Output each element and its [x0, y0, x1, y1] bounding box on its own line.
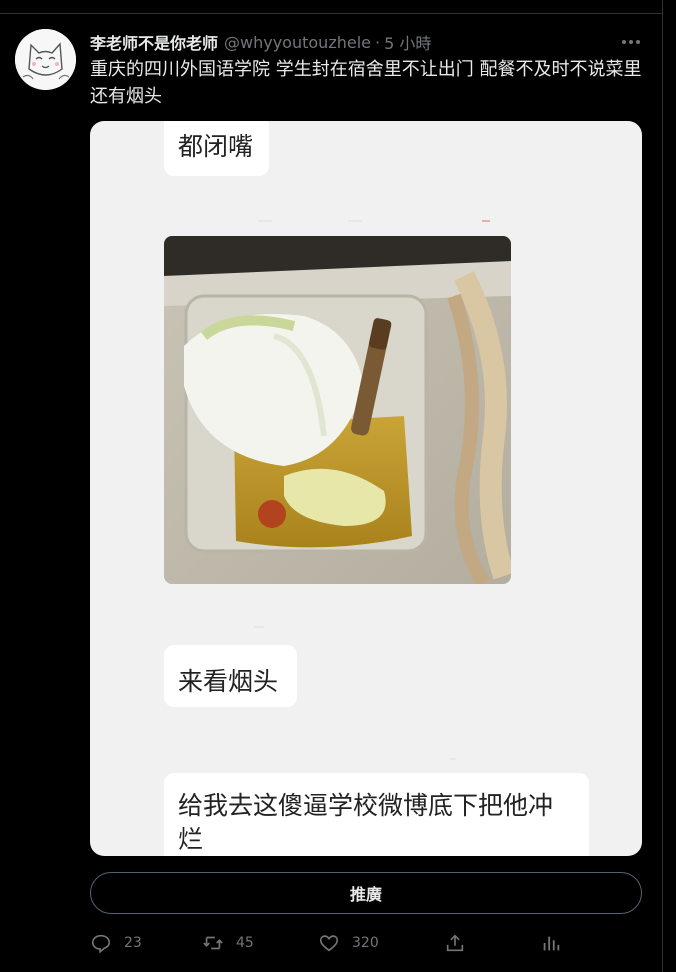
- divider-mark: [254, 626, 264, 628]
- reply-count: 23: [124, 935, 142, 951]
- tweet: 李老师不是你老师 @whyyoutouzhele · 5 小時 重庆的四川外国语…: [0, 0, 676, 972]
- like-button[interactable]: 320: [318, 928, 379, 958]
- chat-bubble: 给我去这傻逼学校微博底下把他冲烂: [164, 773, 589, 856]
- cat-doodle-icon: [15, 29, 76, 90]
- action-bar: 23 45 320: [90, 928, 570, 958]
- reply-button[interactable]: 23: [90, 928, 142, 958]
- chat-bubble: 都闭嘴: [164, 121, 269, 176]
- tweet-time[interactable]: 5 小時: [384, 30, 431, 54]
- divider-mark: [450, 758, 456, 760]
- avatar[interactable]: [15, 29, 76, 90]
- heart-icon: [319, 935, 339, 952]
- food-photo[interactable]: [164, 236, 511, 584]
- retweet-icon: [203, 936, 223, 950]
- retweet-button[interactable]: 45: [202, 928, 254, 958]
- promote-button[interactable]: 推廣: [90, 872, 642, 914]
- tweet-text: 重庆的四川外国语学院 学生封在宿舍里不让出门 配餐不及时不说菜里还有烟头: [90, 59, 642, 107]
- reply-icon: [91, 934, 111, 954]
- top-divider: [0, 0, 663, 14]
- more-options-icon[interactable]: [618, 32, 644, 52]
- column-divider: [662, 14, 663, 972]
- retweet-count: 45: [236, 935, 254, 951]
- author-handle[interactable]: @whyyoutouzhele: [224, 33, 371, 52]
- share-icon: [446, 934, 464, 952]
- divider-mark: [258, 220, 272, 222]
- divider-mark: [348, 220, 362, 222]
- share-button[interactable]: [444, 928, 466, 958]
- food-photo-image: [164, 236, 511, 584]
- separator-dot: ·: [374, 32, 381, 52]
- analytics-button[interactable]: [540, 928, 562, 958]
- divider-mark: [482, 220, 490, 222]
- analytics-icon: [543, 936, 560, 951]
- author-name[interactable]: 李老师不是你老师: [90, 30, 218, 54]
- like-count: 320: [352, 935, 379, 951]
- tweet-media[interactable]: 都闭嘴 来看烟头 给我去这傻逼学校微博底下把他冲烂: [90, 121, 642, 856]
- chat-bubble: 来看烟头: [164, 645, 297, 707]
- tweet-header: 李老师不是你老师 @whyyoutouzhele · 5 小時: [90, 30, 650, 54]
